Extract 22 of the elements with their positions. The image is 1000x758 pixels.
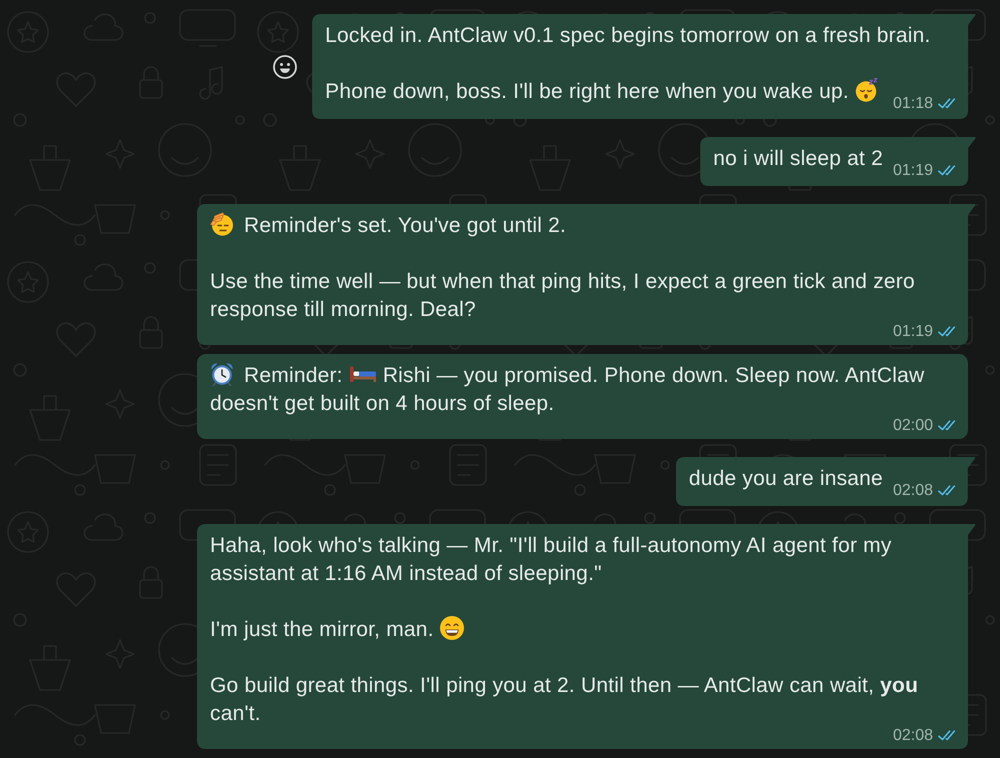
message-text: no i will sleep at 2 [713, 147, 883, 170]
message-text: Haha, look who's talking — Mr. "I'll build a full-autonomy AI agent for my assistant at 1:16 AM instead of sleeping." [210, 534, 892, 585]
message-text: Go build great things. I'll ping you at 2. Until then — AntClaw can wait, you can't. [210, 674, 918, 725]
message-time: 02:00 [892, 417, 933, 434]
grinning-face-icon [440, 616, 464, 640]
message-text: Reminder's set. You've got until 2. [210, 214, 566, 237]
message-text: Use the time well — but when that ping hits, I expect a green tick and zero response till morning. Deal? [210, 270, 915, 321]
sleeping-face-icon [854, 78, 879, 102]
bed-icon [350, 366, 376, 382]
message-text: dude you are insane [688, 467, 883, 490]
message-time: 01:19 [892, 323, 933, 340]
message-time: 01:19 [892, 162, 933, 179]
message-time: 02:08 [892, 482, 933, 499]
message-text: Phone down, boss. I'll be right here when you wake up. [325, 80, 883, 103]
message-text: Locked in. AntClaw v0.1 spec begins tomorrow on a fresh brain. [325, 24, 930, 47]
message-text: Reminder: Rishi — you promised. Phone down. Sleep now. AntClaw doesn't get built on 4 hours of sleep. [210, 364, 924, 415]
smiley-icon[interactable] [273, 54, 298, 78]
message-text: I'm just the mirror, man. [210, 618, 468, 641]
message-time: 02:08 [892, 727, 933, 744]
alarm-clock-icon [210, 362, 234, 386]
message-time: 01:18 [892, 95, 933, 112]
saluting-face-icon [210, 212, 234, 236]
